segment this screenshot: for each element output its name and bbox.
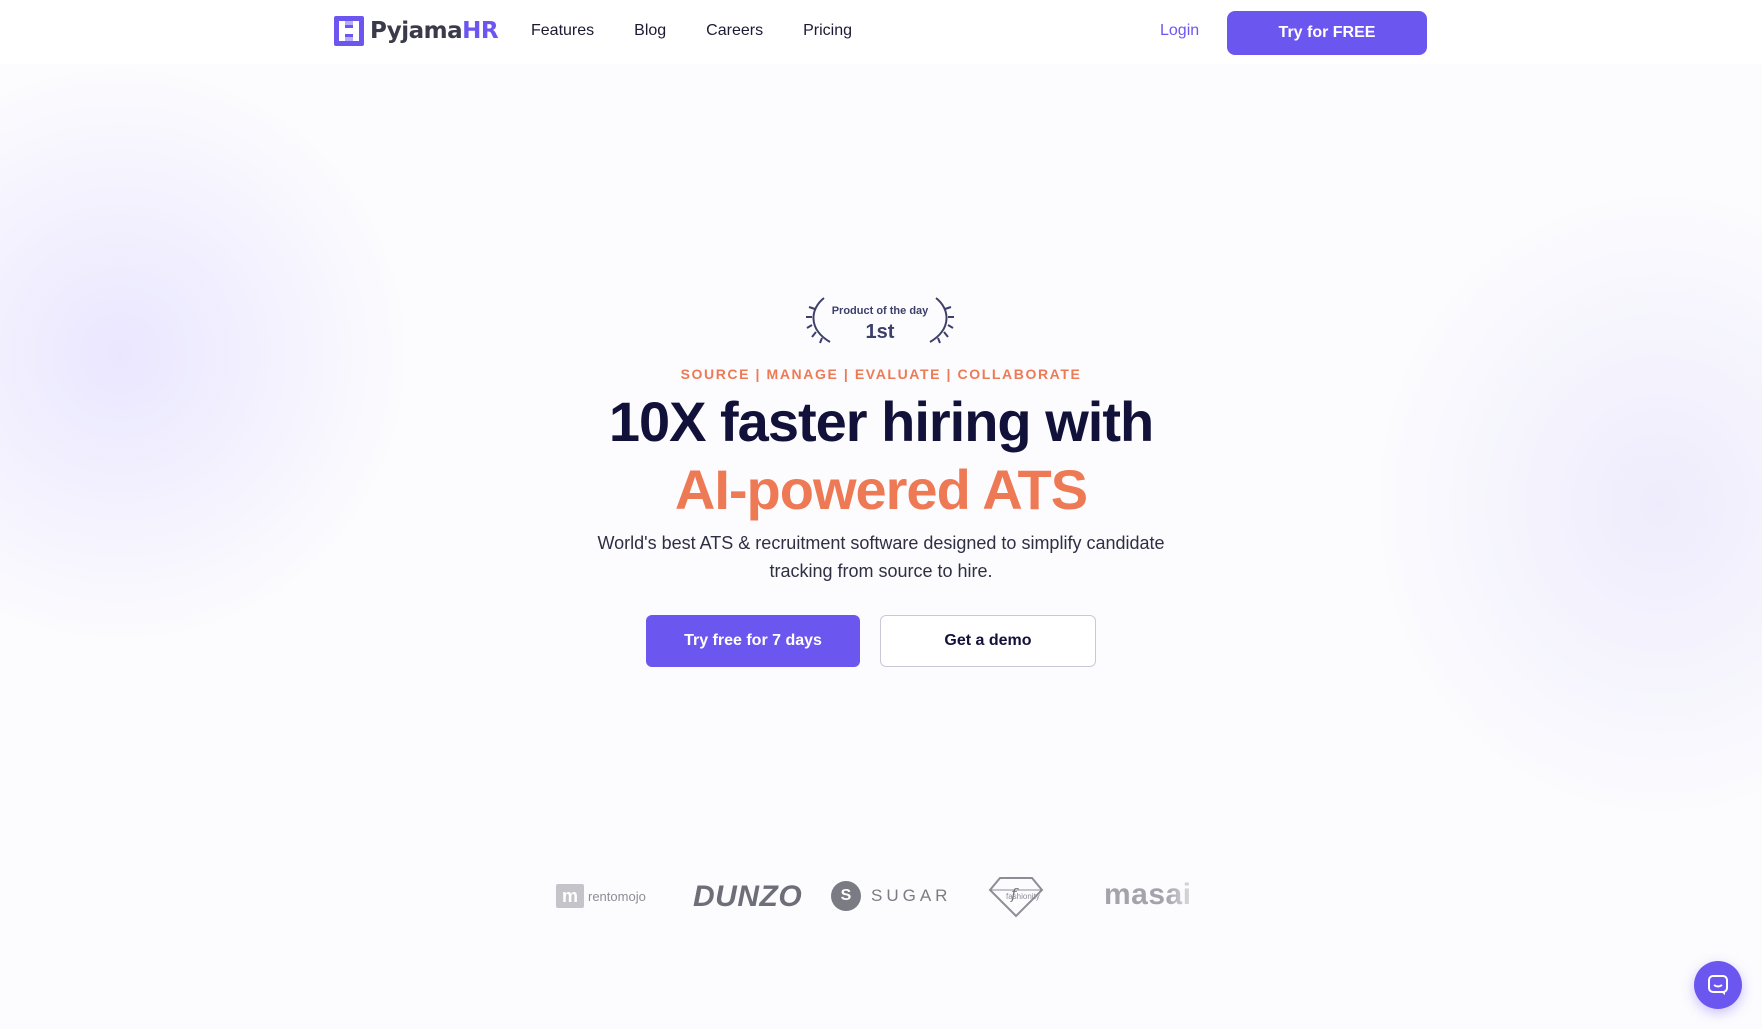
fashionity-wordmark: fashionity [1006,892,1040,901]
pyjamahr-logo-icon [334,16,364,46]
client-logo-dunzo: DUNZO [693,880,803,913]
hero-tagline: SOURCE | MANAGE | EVALUATE | COLLABORATE [680,366,1082,382]
chat-bubble-icon [1708,975,1728,995]
rentomojo-wordmark: rentomojo [588,888,646,904]
rentomojo-mark-icon: m [556,884,584,908]
chat-launcher-button[interactable] [1694,961,1742,1009]
nav-link-careers[interactable]: Careers [706,22,763,40]
main-nav: Features Blog Careers Pricing [531,22,852,40]
nav-link-pricing[interactable]: Pricing [803,22,852,40]
site-header: PyjamaHR Features Blog Careers Pricing L… [0,0,1762,64]
product-of-the-day-badge: Product of the day 1st [800,295,960,347]
client-logos-strip: m rentomojo DUNZO S SUGAR f fashionity m… [556,872,1206,922]
sugar-mark-icon: S [831,881,861,911]
sugar-wordmark: SUGAR [871,886,952,905]
logos-fade [1166,872,1206,922]
client-logo-fashionity: f fashionity [984,874,1054,918]
try-for-free-button[interactable]: Try for FREE [1227,11,1427,55]
brand-name: PyjamaHR [370,18,499,44]
hero-headline-accent: AI-powered ATS [674,458,1088,521]
get-a-demo-button[interactable]: Get a demo [880,615,1096,667]
try-free-7-days-button[interactable]: Try free for 7 days [646,615,860,667]
brand-logo[interactable]: PyjamaHR [334,16,499,46]
laurel-right-icon [929,297,954,344]
hero-subtext: World's best ATS & recruitment software … [597,533,1165,581]
hero-headline: 10X faster hiring with [608,390,1154,453]
login-link[interactable]: Login [1160,22,1199,40]
hero-section: Product of the day 1st SOURCE | MANAGE |… [0,0,1762,1029]
nav-link-blog[interactable]: Blog [634,22,666,40]
client-logo-sugar: S SUGAR [831,881,951,911]
client-logo-rentomojo: m rentomojo [556,884,646,908]
nav-link-features[interactable]: Features [531,22,594,40]
